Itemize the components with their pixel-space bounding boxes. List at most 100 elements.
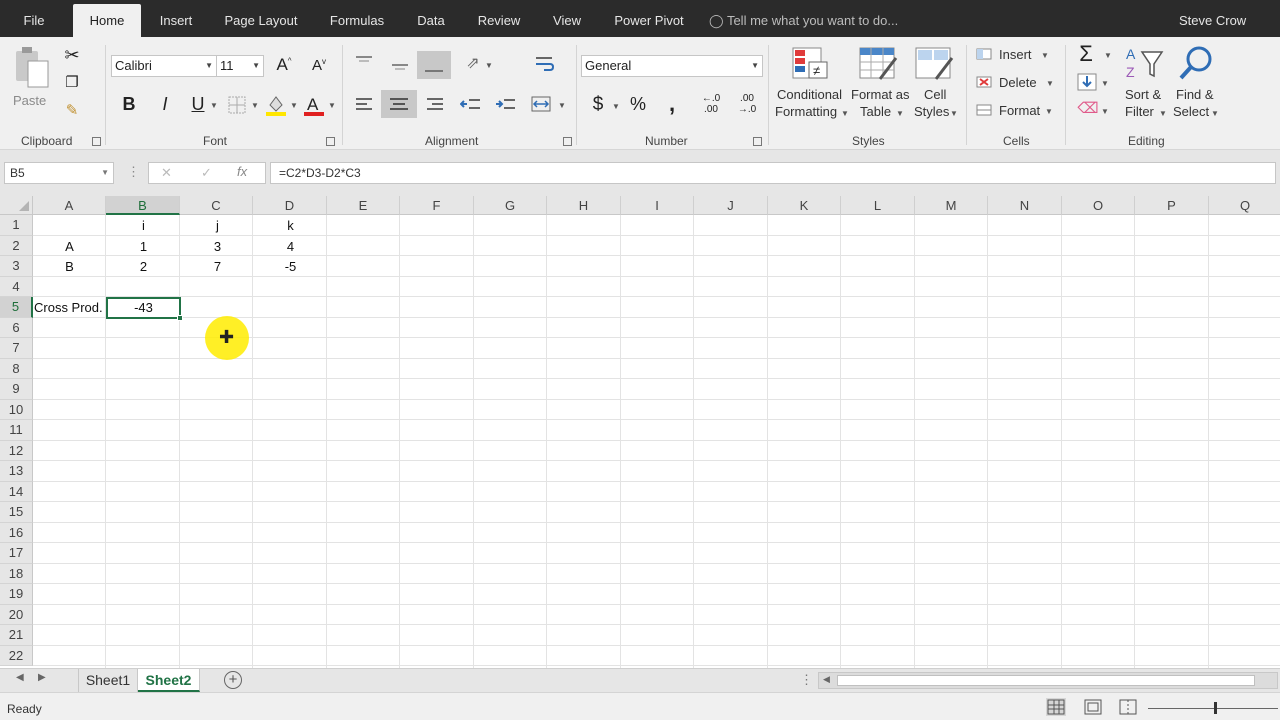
font-name-dropdown[interactable]: Calibri ▼ bbox=[111, 55, 217, 77]
cell-d3[interactable]: -5 bbox=[254, 257, 327, 277]
insert-function-icon[interactable]: fx bbox=[237, 164, 247, 179]
find-select-label-1[interactable]: Find & bbox=[1176, 87, 1214, 102]
cell-b2[interactable]: 1 bbox=[107, 237, 180, 257]
chevron-down-icon[interactable]: ▼ bbox=[558, 101, 566, 110]
decrease-font-icon[interactable]: Av bbox=[308, 57, 330, 74]
comma-style-button[interactable]: , bbox=[665, 91, 679, 117]
chevron-down-icon[interactable]: ▼ bbox=[290, 101, 298, 110]
scrollbar-thumb[interactable] bbox=[837, 675, 1255, 686]
column-header-a[interactable]: A bbox=[33, 196, 106, 215]
scroll-sheets-left-icon[interactable]: ◀ bbox=[16, 672, 24, 683]
chevron-down-icon[interactable]: ▼ bbox=[328, 101, 336, 110]
column-header-i[interactable]: I bbox=[621, 196, 694, 215]
align-bottom-icon[interactable] bbox=[417, 51, 451, 79]
cell-b3[interactable]: 2 bbox=[107, 257, 180, 277]
chevron-down-icon[interactable]: ▼ bbox=[210, 101, 218, 110]
cut-icon[interactable]: ✂ bbox=[62, 45, 82, 66]
tab-file[interactable]: File bbox=[14, 0, 54, 37]
row-header-7[interactable]: 7 bbox=[0, 338, 33, 359]
alignment-launcher-icon[interactable] bbox=[563, 137, 572, 146]
chevron-down-icon[interactable]: ▼ bbox=[896, 109, 904, 118]
row-header-21[interactable]: 21 bbox=[0, 625, 33, 646]
worksheet-grid[interactable]: ABCDEFGHIJKLMNOPQ 1 2 3 4 5 6 7 8 9 10 11 12 13 14 15 1… bbox=[0, 196, 1280, 668]
clear-icon[interactable]: ⌫ bbox=[1077, 99, 1099, 117]
chevron-down-icon[interactable]: ▼ bbox=[485, 61, 493, 70]
row-header-8[interactable]: 8 bbox=[0, 358, 33, 379]
orientation-icon[interactable]: ⇗ bbox=[461, 53, 485, 73]
row-header-15[interactable]: 15 bbox=[0, 502, 33, 523]
underline-button[interactable]: U bbox=[188, 94, 208, 115]
tab-review[interactable]: Review bbox=[470, 0, 528, 37]
find-select-icon[interactable] bbox=[1177, 44, 1215, 82]
chevron-down-icon[interactable]: ▼ bbox=[1104, 51, 1112, 60]
splitter-icon[interactable]: ⋮ bbox=[800, 672, 813, 688]
row-header-16[interactable]: 16 bbox=[0, 522, 33, 543]
sheet-tab-sheet2[interactable]: Sheet2 bbox=[138, 669, 200, 692]
font-size-dropdown[interactable]: 11 ▼ bbox=[216, 55, 264, 77]
chevron-down-icon[interactable]: ▼ bbox=[950, 109, 958, 118]
insert-cells-label[interactable]: Insert bbox=[999, 47, 1032, 62]
copy-icon[interactable]: ❐ bbox=[62, 73, 82, 91]
autosum-icon[interactable]: Σ bbox=[1075, 41, 1097, 67]
column-header-h[interactable]: H bbox=[547, 196, 621, 215]
align-middle-icon[interactable] bbox=[389, 57, 411, 73]
cell-a3[interactable]: B bbox=[33, 257, 106, 277]
tab-data[interactable]: Data bbox=[408, 0, 454, 37]
font-launcher-icon[interactable] bbox=[326, 137, 335, 146]
percent-style-button[interactable]: % bbox=[627, 94, 649, 115]
normal-view-icon[interactable] bbox=[1046, 698, 1066, 716]
tell-me-box[interactable]: ◯ Tell me what you want to do... bbox=[709, 0, 898, 37]
italic-button[interactable]: I bbox=[155, 94, 175, 115]
tab-home[interactable]: Home bbox=[73, 4, 141, 37]
tab-power-pivot[interactable]: Power Pivot bbox=[606, 0, 692, 37]
chevron-down-icon[interactable]: ▼ bbox=[1041, 51, 1049, 60]
insert-cells-icon[interactable] bbox=[976, 46, 994, 62]
bold-button[interactable]: B bbox=[119, 94, 139, 115]
cell-c1[interactable]: j bbox=[181, 216, 254, 236]
chevron-down-icon[interactable]: ▼ bbox=[1159, 109, 1167, 118]
font-color-icon[interactable]: A bbox=[302, 93, 326, 117]
format-as-table-icon[interactable] bbox=[858, 46, 900, 82]
align-center-icon[interactable] bbox=[381, 90, 417, 118]
select-all-button[interactable] bbox=[0, 196, 33, 215]
row-header-19[interactable]: 19 bbox=[0, 584, 33, 605]
column-header-q[interactable]: Q bbox=[1209, 196, 1280, 215]
chevron-down-icon[interactable]: ▼ bbox=[1101, 79, 1109, 88]
cell-d2[interactable]: 4 bbox=[254, 237, 327, 257]
horizontal-scrollbar[interactable]: ◀ bbox=[818, 672, 1278, 689]
row-header-5[interactable]: 5 bbox=[0, 297, 33, 318]
row-header-6[interactable]: 6 bbox=[0, 317, 33, 338]
row-header-10[interactable]: 10 bbox=[0, 399, 33, 420]
format-as-table-label-1[interactable]: Format as bbox=[851, 87, 910, 102]
merge-center-icon[interactable] bbox=[530, 94, 552, 114]
zoom-slider[interactable] bbox=[1148, 708, 1278, 709]
chevron-down-icon[interactable]: ▼ bbox=[1101, 107, 1109, 116]
column-header-d[interactable]: D bbox=[253, 196, 327, 215]
more-options-icon[interactable]: ⋮ bbox=[127, 164, 140, 180]
row-header-9[interactable]: 9 bbox=[0, 379, 33, 400]
borders-icon[interactable] bbox=[227, 95, 247, 115]
chevron-down-icon[interactable]: ▼ bbox=[612, 102, 620, 111]
chevron-down-icon[interactable]: ▼ bbox=[251, 101, 259, 110]
align-left-icon[interactable] bbox=[353, 94, 375, 114]
format-cells-label[interactable]: Format bbox=[999, 103, 1040, 118]
sort-filter-label-1[interactable]: Sort & bbox=[1125, 87, 1161, 102]
cell-c3[interactable]: 7 bbox=[181, 257, 254, 277]
decrease-decimal-button[interactable]: .00 →.0 bbox=[733, 93, 761, 115]
column-header-g[interactable]: G bbox=[474, 196, 547, 215]
cell-d1[interactable]: k bbox=[254, 216, 327, 236]
delete-cells-label[interactable]: Delete bbox=[999, 75, 1037, 90]
row-header-1[interactable]: 1 bbox=[0, 215, 33, 236]
sort-filter-label-2[interactable]: Filter bbox=[1125, 104, 1154, 119]
decrease-indent-icon[interactable] bbox=[459, 94, 482, 114]
column-header-m[interactable]: M bbox=[915, 196, 988, 215]
find-select-label-2[interactable]: Select bbox=[1173, 104, 1209, 119]
row-header-17[interactable]: 17 bbox=[0, 543, 33, 564]
page-break-view-icon[interactable] bbox=[1118, 698, 1138, 716]
chevron-down-icon[interactable]: ▼ bbox=[1045, 107, 1053, 116]
cell-b1[interactable]: i bbox=[107, 216, 180, 236]
add-sheet-icon[interactable]: + bbox=[224, 671, 242, 689]
column-header-e[interactable]: E bbox=[327, 196, 400, 215]
row-header-22[interactable]: 22 bbox=[0, 645, 33, 666]
cell-c2[interactable]: 3 bbox=[181, 237, 254, 257]
